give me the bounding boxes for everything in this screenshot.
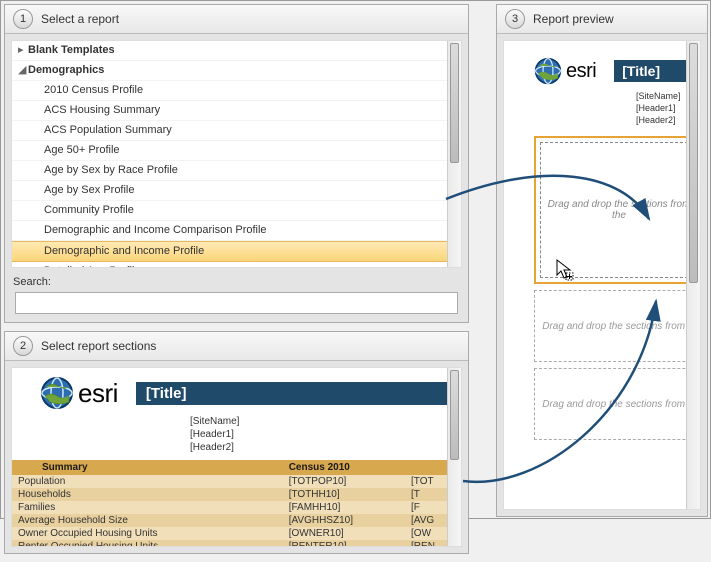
preview-body[interactable]: esri [Title] [SiteName] [Header1] [Heade… xyxy=(503,40,701,510)
tree-group-demographics[interactable]: ◢Demographics xyxy=(12,61,461,81)
esri-logo-text: esri xyxy=(566,60,596,83)
tree-item[interactable]: Community Profile xyxy=(12,201,461,221)
scroll-thumb[interactable] xyxy=(450,370,459,460)
section-header-lines: [SiteName] [Header1] [Header2] xyxy=(12,412,461,460)
tree-item-selected[interactable]: Demographic and Income Profile xyxy=(12,241,461,262)
table-row: Owner Occupied Housing Units[OWNER10][OW xyxy=(12,527,461,540)
scroll-thumb[interactable] xyxy=(689,43,698,283)
tree-item[interactable]: Age by Sex by Race Profile xyxy=(12,161,461,181)
panel-select-sections: 2 Select report sections esri [Title] xyxy=(4,331,469,554)
scroll-thumb[interactable] xyxy=(450,43,459,163)
step-badge-3: 3 xyxy=(505,9,525,29)
tree-item[interactable]: Age 50+ Profile xyxy=(12,141,461,161)
scrollbar[interactable] xyxy=(686,41,700,509)
section-title-bar: [Title] xyxy=(136,382,451,405)
drop-zone[interactable]: Drag and drop the sections from the xyxy=(534,368,701,440)
preview-page: esri [Title] [SiteName] [Header1] [Heade… xyxy=(504,41,700,440)
panel3-header: 3 Report preview xyxy=(497,5,707,34)
panel-report-preview: 3 Report preview esri [ xyxy=(496,4,708,517)
tree-item[interactable]: Age by Sex Profile xyxy=(12,181,461,201)
step-badge-1: 1 xyxy=(13,9,33,29)
report-tree[interactable]: ▸Blank Templates ◢Demographics 2010 Cens… xyxy=(11,40,462,268)
globe-icon xyxy=(40,376,74,410)
panel3-title: Report preview xyxy=(533,12,614,26)
table-row: Families[FAMHH10][F xyxy=(12,501,461,514)
panel-select-report: 1 Select a report ▸Blank Templates ◢Demo… xyxy=(4,4,469,323)
drop-zone-active[interactable]: Drag and drop the sections from the xyxy=(534,136,701,284)
drop-zone[interactable]: Drag and drop the sections from the xyxy=(534,290,701,362)
esri-logo: esri xyxy=(40,376,118,410)
table-row: Renter Occupied Housing Units[RENTER10][… xyxy=(12,540,461,547)
step-badge-2: 2 xyxy=(13,336,33,356)
tree-item[interactable]: ACS Housing Summary xyxy=(12,101,461,121)
summary-header-row: Summary Census 2010 xyxy=(12,460,461,475)
table-row: Average Household Size[AVGHHSZ10][AVG xyxy=(12,514,461,527)
preview-header-lines: [SiteName] [Header1] [Header2] xyxy=(528,87,700,132)
tree-item[interactable]: ACS Population Summary xyxy=(12,121,461,141)
panel1-title: Select a report xyxy=(41,12,119,26)
summary-table[interactable]: Summary Census 2010 Population[TOTPOP10]… xyxy=(12,460,461,547)
drop-hint: Drag and drop the sections from the xyxy=(542,399,701,410)
esri-logo-text: esri xyxy=(78,378,118,409)
panel1-header: 1 Select a report xyxy=(5,5,468,34)
tree-item[interactable]: Detailed Age Profile xyxy=(12,262,461,268)
tree-item[interactable]: Demographic and Income Comparison Profil… xyxy=(12,221,461,241)
scrollbar[interactable] xyxy=(447,41,461,267)
drop-hint: Drag and drop the sections from the xyxy=(540,142,698,278)
drop-hint: Drag and drop the sections from the xyxy=(542,321,701,332)
scrollbar[interactable] xyxy=(447,368,461,546)
search-label: Search: xyxy=(5,274,468,292)
globe-icon xyxy=(534,57,562,85)
search-input[interactable] xyxy=(15,292,458,314)
panel2-header: 2 Select report sections xyxy=(5,332,468,361)
tree-group-blank[interactable]: ▸Blank Templates xyxy=(12,41,461,61)
table-row: Population[TOTPOP10][TOT xyxy=(12,475,461,488)
preview-logo-row: esri [Title] xyxy=(528,49,700,87)
tree-item[interactable]: 2010 Census Profile xyxy=(12,81,461,101)
panel2-title: Select report sections xyxy=(41,339,156,353)
sections-body[interactable]: esri [Title] [SiteName] [Header1] [Heade… xyxy=(11,367,462,547)
preview-title-bar: [Title] xyxy=(614,60,690,82)
table-row: Households[TOTHH10][T xyxy=(12,488,461,501)
esri-logo: esri xyxy=(534,57,596,85)
section-logo-row: esri [Title] xyxy=(12,368,461,412)
